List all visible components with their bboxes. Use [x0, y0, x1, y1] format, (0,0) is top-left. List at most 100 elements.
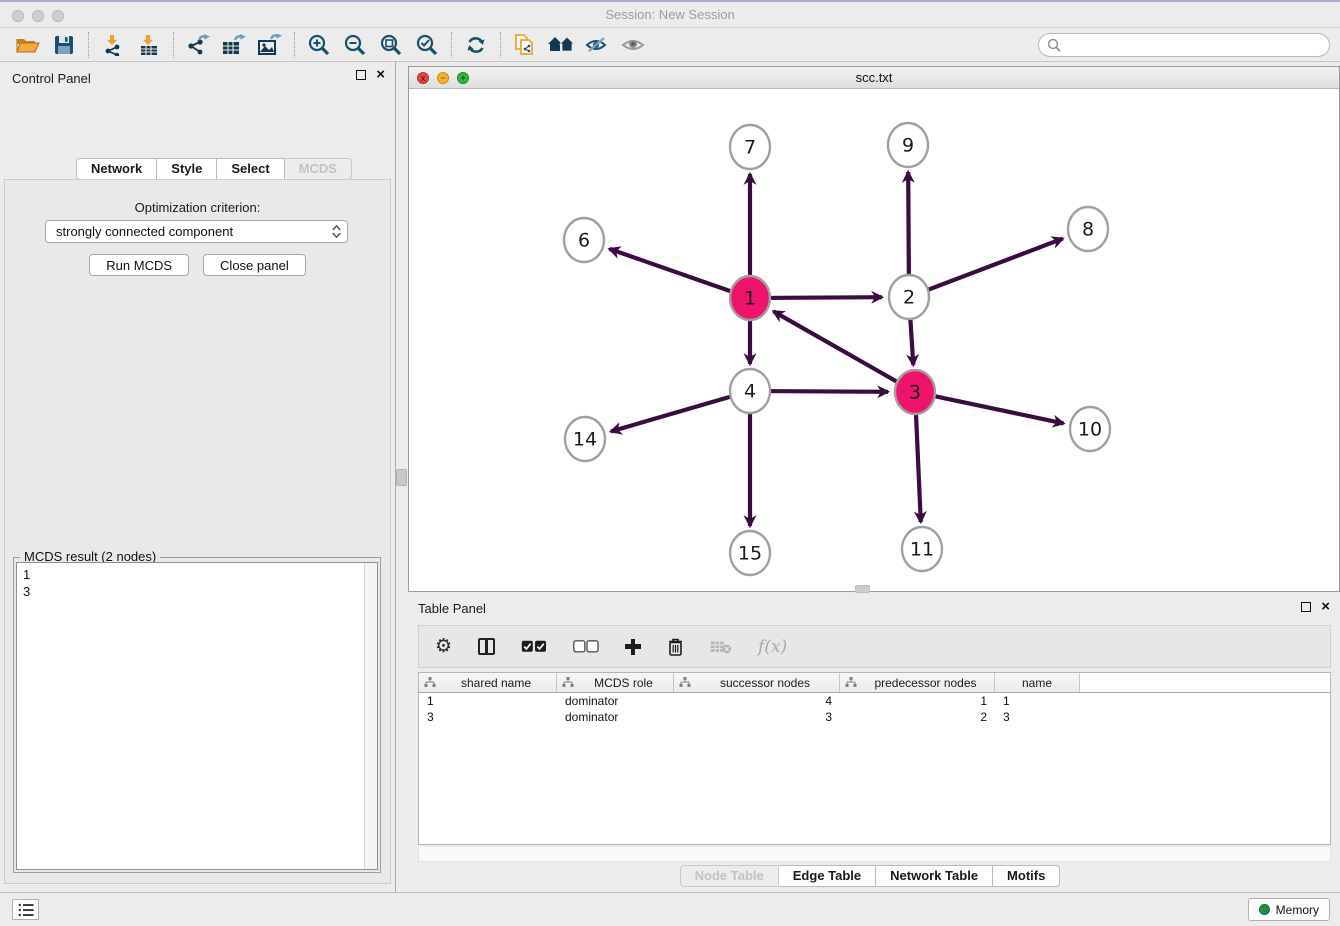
graph-node-label-4: 4 [744, 381, 756, 403]
delete-table-icon [710, 640, 732, 654]
memory-button[interactable]: Memory [1248, 898, 1330, 921]
function-builder-button[interactable]: f(x) [758, 637, 787, 657]
deselect-all-rows-button[interactable] [573, 640, 599, 653]
search-input[interactable] [1066, 38, 1321, 52]
export-image-button[interactable] [252, 31, 288, 59]
table-toolbar: ⚙ [418, 625, 1331, 668]
mcds-tab-content: Optimization criterion: strongly connect… [4, 179, 391, 884]
control-panel-float-icon[interactable] [356, 70, 366, 80]
tab-motifs[interactable]: Motifs [993, 865, 1060, 887]
result-scrollbar[interactable] [364, 563, 377, 869]
graph-edge-1-2[interactable] [758, 297, 882, 298]
tab-node-table[interactable]: Node Table [680, 865, 779, 887]
tab-mcds[interactable]: MCDS [285, 158, 352, 180]
cell-mcds-role: dominator [557, 709, 674, 725]
status-bar: Memory [0, 892, 1340, 926]
table-header-row: shared name MCDS role successor nodes pr… [419, 673, 1330, 693]
tree-icon [562, 677, 574, 688]
close-panel-button[interactable]: Close panel [203, 254, 306, 276]
run-mcds-button[interactable]: Run MCDS [89, 254, 189, 276]
optimization-criterion-select[interactable]: strongly connected component [45, 220, 348, 243]
show-details-button[interactable] [615, 31, 651, 59]
toolbar-separator [451, 32, 452, 58]
graph-edge-3-11[interactable] [915, 400, 920, 522]
graph-edge-2-8[interactable] [916, 239, 1062, 295]
cell-shared-name: 3 [419, 709, 557, 725]
toolbar-separator [294, 32, 295, 58]
result-line: 3 [23, 583, 371, 600]
clone-network-button[interactable] [507, 31, 543, 59]
graph-edge-3-1[interactable] [773, 311, 908, 388]
table-settings-button[interactable]: ⚙ [435, 637, 452, 656]
table-panel-close-icon[interactable]: × [1321, 602, 1330, 612]
column-header-shared-name[interactable]: shared name [419, 673, 557, 692]
import-network-button[interactable] [95, 31, 131, 59]
cell-shared-name: 1 [419, 693, 557, 709]
network-minimize-icon[interactable]: − [437, 72, 449, 84]
home-view-button[interactable] [543, 31, 579, 59]
memory-label: Memory [1276, 903, 1319, 917]
export-network-button[interactable] [180, 31, 216, 59]
list-icon [18, 903, 34, 917]
tab-style[interactable]: Style [157, 158, 217, 180]
tree-icon [679, 677, 691, 688]
zoom-fit-icon [380, 34, 402, 56]
zoom-in-button[interactable] [301, 31, 337, 59]
tab-select[interactable]: Select [217, 158, 284, 180]
mcds-result-list[interactable]: 1 3 [16, 562, 378, 870]
graph-node-label-1: 1 [744, 288, 756, 310]
graph-edge-1-6[interactable] [609, 249, 742, 295]
table-row[interactable]: 1 dominator 4 1 1 [419, 693, 1330, 709]
refresh-layout-button[interactable] [458, 31, 494, 59]
delete-column-button[interactable] [667, 637, 684, 656]
hide-details-button[interactable] [579, 31, 615, 59]
cell-name: 1 [995, 693, 1080, 709]
horizontal-splitter-handle[interactable] [855, 585, 870, 593]
column-header-predecessor-nodes[interactable]: predecessor nodes [840, 673, 995, 692]
network-window-titlebar[interactable]: x − + scc.txt [409, 67, 1339, 89]
column-header-mcds-role[interactable]: MCDS role [557, 673, 674, 692]
column-header-successor-nodes[interactable]: successor nodes [674, 673, 840, 692]
save-session-button[interactable] [46, 31, 82, 59]
graph-edge-4-3[interactable] [758, 391, 888, 392]
export-table-button[interactable] [216, 31, 252, 59]
table-row[interactable]: 3 dominator 3 2 3 [419, 709, 1330, 725]
delete-table-button[interactable] [710, 640, 732, 654]
window-zoom-button[interactable] [52, 10, 64, 22]
node-table: shared name MCDS role successor nodes pr… [418, 672, 1331, 845]
show-columns-button[interactable] [478, 638, 495, 655]
control-panel-close-icon[interactable]: × [376, 70, 385, 80]
vertical-splitter-handle[interactable] [396, 469, 407, 486]
zoom-selected-button[interactable] [409, 31, 445, 59]
tab-network[interactable]: Network [76, 158, 157, 180]
fx-icon: f(x) [758, 637, 787, 657]
select-stepper-icon [332, 225, 341, 238]
graph-edge-3-10[interactable] [923, 394, 1064, 424]
column-header-name[interactable]: name [995, 673, 1080, 692]
zoom-out-button[interactable] [337, 31, 373, 59]
zoom-fit-button[interactable] [373, 31, 409, 59]
network-close-icon[interactable]: x [417, 72, 429, 84]
tab-edge-table[interactable]: Edge Table [779, 865, 876, 887]
export-image-icon [258, 34, 282, 56]
task-history-button[interactable] [12, 899, 39, 920]
table-panel-title: Table Panel [418, 601, 486, 616]
network-maximize-icon[interactable]: + [457, 72, 469, 84]
tab-network-table[interactable]: Network Table [876, 865, 993, 887]
import-table-button[interactable] [131, 31, 167, 59]
network-canvas[interactable]: 7968124314101511 [409, 89, 1339, 591]
graph-edge-2-9[interactable] [908, 172, 909, 289]
graph-node-label-7: 7 [744, 137, 756, 159]
window-close-button[interactable] [12, 10, 24, 22]
columns-icon [478, 638, 495, 655]
table-panel-float-icon[interactable] [1301, 602, 1311, 612]
create-column-button[interactable] [625, 639, 641, 655]
mcds-result-group: MCDS result (2 nodes) 1 3 [13, 557, 381, 873]
network-graph[interactable]: 7968124314101511 [409, 89, 1339, 592]
window-minimize-button[interactable] [32, 10, 44, 22]
open-session-button[interactable] [10, 31, 46, 59]
table-horizontal-scrollbar[interactable] [418, 847, 1331, 862]
eye-slash-icon [585, 36, 609, 54]
select-all-rows-button[interactable] [521, 640, 547, 653]
graph-edge-4-14[interactable] [611, 393, 742, 431]
